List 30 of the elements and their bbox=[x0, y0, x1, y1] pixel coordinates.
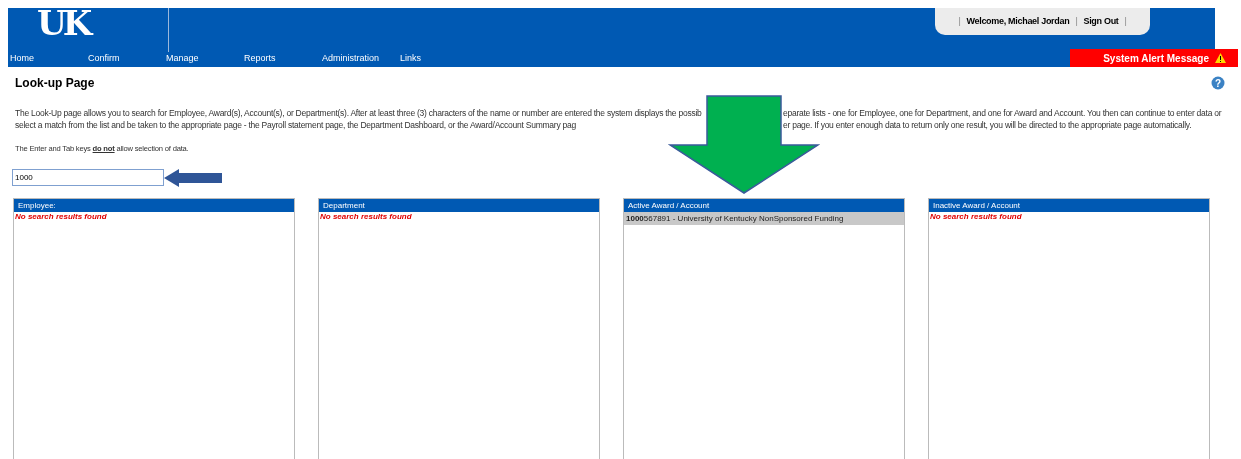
nav-link[interactable]: Confirm bbox=[88, 52, 166, 66]
welcome-text: Welcome, Michael Jordan bbox=[966, 14, 1070, 28]
search-field[interactable]: 1000 bbox=[12, 169, 164, 186]
sign-out-link[interactable]: Sign Out bbox=[1083, 14, 1119, 29]
warning-icon bbox=[1215, 53, 1226, 63]
page-title: Look-up Page bbox=[15, 75, 95, 92]
panel-header: Department bbox=[319, 199, 599, 212]
help-icon[interactable]: ? bbox=[1211, 76, 1225, 90]
empty-message: No search results found bbox=[319, 212, 413, 222]
panel-header: Inactive Award / Account bbox=[929, 199, 1209, 212]
separator: | bbox=[958, 14, 961, 28]
nav-link[interactable]: Administration bbox=[322, 52, 400, 66]
empty-message: No search results found bbox=[14, 212, 108, 222]
nav-link[interactable]: Reports bbox=[244, 52, 322, 66]
description-text: eparate lists - one for Employee, one for Department, and one for Award and Account. You then can continue to enter data or bbox=[783, 108, 1222, 118]
description-text: er page. If you enter enough data to return only one result, you will be directed to the appropriate page automatically. bbox=[783, 120, 1192, 130]
separator: | bbox=[1124, 14, 1127, 28]
result-item[interactable]: 1000567891 - University of Kentucky NonSponsored Funding bbox=[624, 212, 904, 225]
separator: | bbox=[1075, 14, 1078, 28]
pointer-arrow-drawing bbox=[164, 169, 223, 187]
nav-link[interactable]: Manage bbox=[166, 52, 244, 66]
panel-header: Employee: bbox=[14, 199, 294, 212]
nav-link[interactable]: Links bbox=[400, 52, 440, 66]
description-text: select a match from the list and be taken to the appropriate page - the Payroll statement page, the Department Dashboard, or the Award/Account Summary pag bbox=[15, 120, 577, 130]
description-text: The Look-Up page allows you to search for Employee, Award(s), Account(s), or Department(s). After at least three (3) characters of the name or number are entered the system displays the possib bbox=[15, 108, 703, 118]
logo: UK bbox=[37, 6, 89, 40]
alert-banner[interactable]: System Alert Message bbox=[1070, 49, 1238, 67]
nav-link[interactable]: Home bbox=[10, 52, 88, 66]
empty-message: No search results found bbox=[929, 212, 1023, 222]
panel-header: Active Award / Account bbox=[624, 199, 904, 212]
